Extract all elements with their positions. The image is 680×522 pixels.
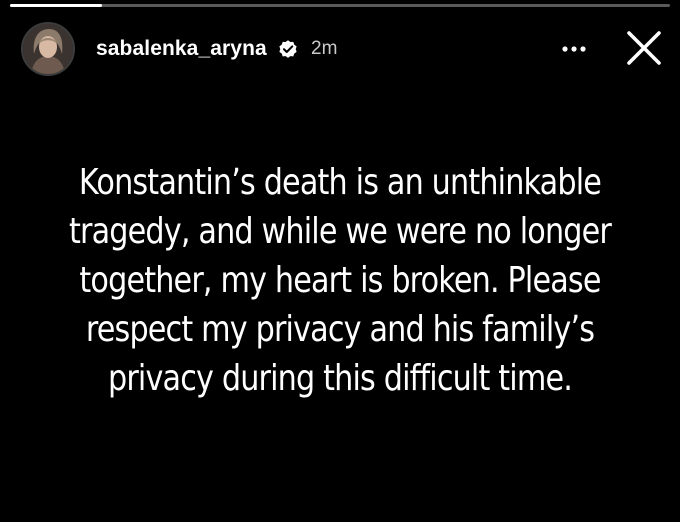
user-avatar-icon — [23, 24, 73, 74]
story-progress-bar — [10, 4, 670, 7]
story-text-line: together, my heart is broken. Please — [79, 260, 601, 301]
story-text-line: tragedy, and while we were no longer — [69, 211, 612, 252]
story-header: sabalenka_aryna 2m — [0, 0, 680, 100]
story-text-line: Konstantin’s death is an unthinkable — [78, 162, 602, 203]
post-time: 2m — [311, 38, 338, 59]
more-horizontal-icon — [562, 46, 586, 52]
avatar[interactable] — [21, 22, 75, 76]
close-button[interactable] — [622, 26, 666, 70]
username[interactable]: sabalenka_aryna — [96, 36, 267, 62]
story-text: Konstantin’s death is an unthinkable tra… — [54, 158, 625, 403]
verified-badge-icon — [279, 40, 297, 58]
story-text-line: privacy during this difficult time. — [107, 358, 573, 399]
story-text-line: respect my privacy and his family’s — [85, 309, 595, 350]
more-options-button[interactable] — [556, 34, 592, 64]
close-icon — [627, 31, 661, 65]
story-progress-fill — [10, 4, 103, 7]
